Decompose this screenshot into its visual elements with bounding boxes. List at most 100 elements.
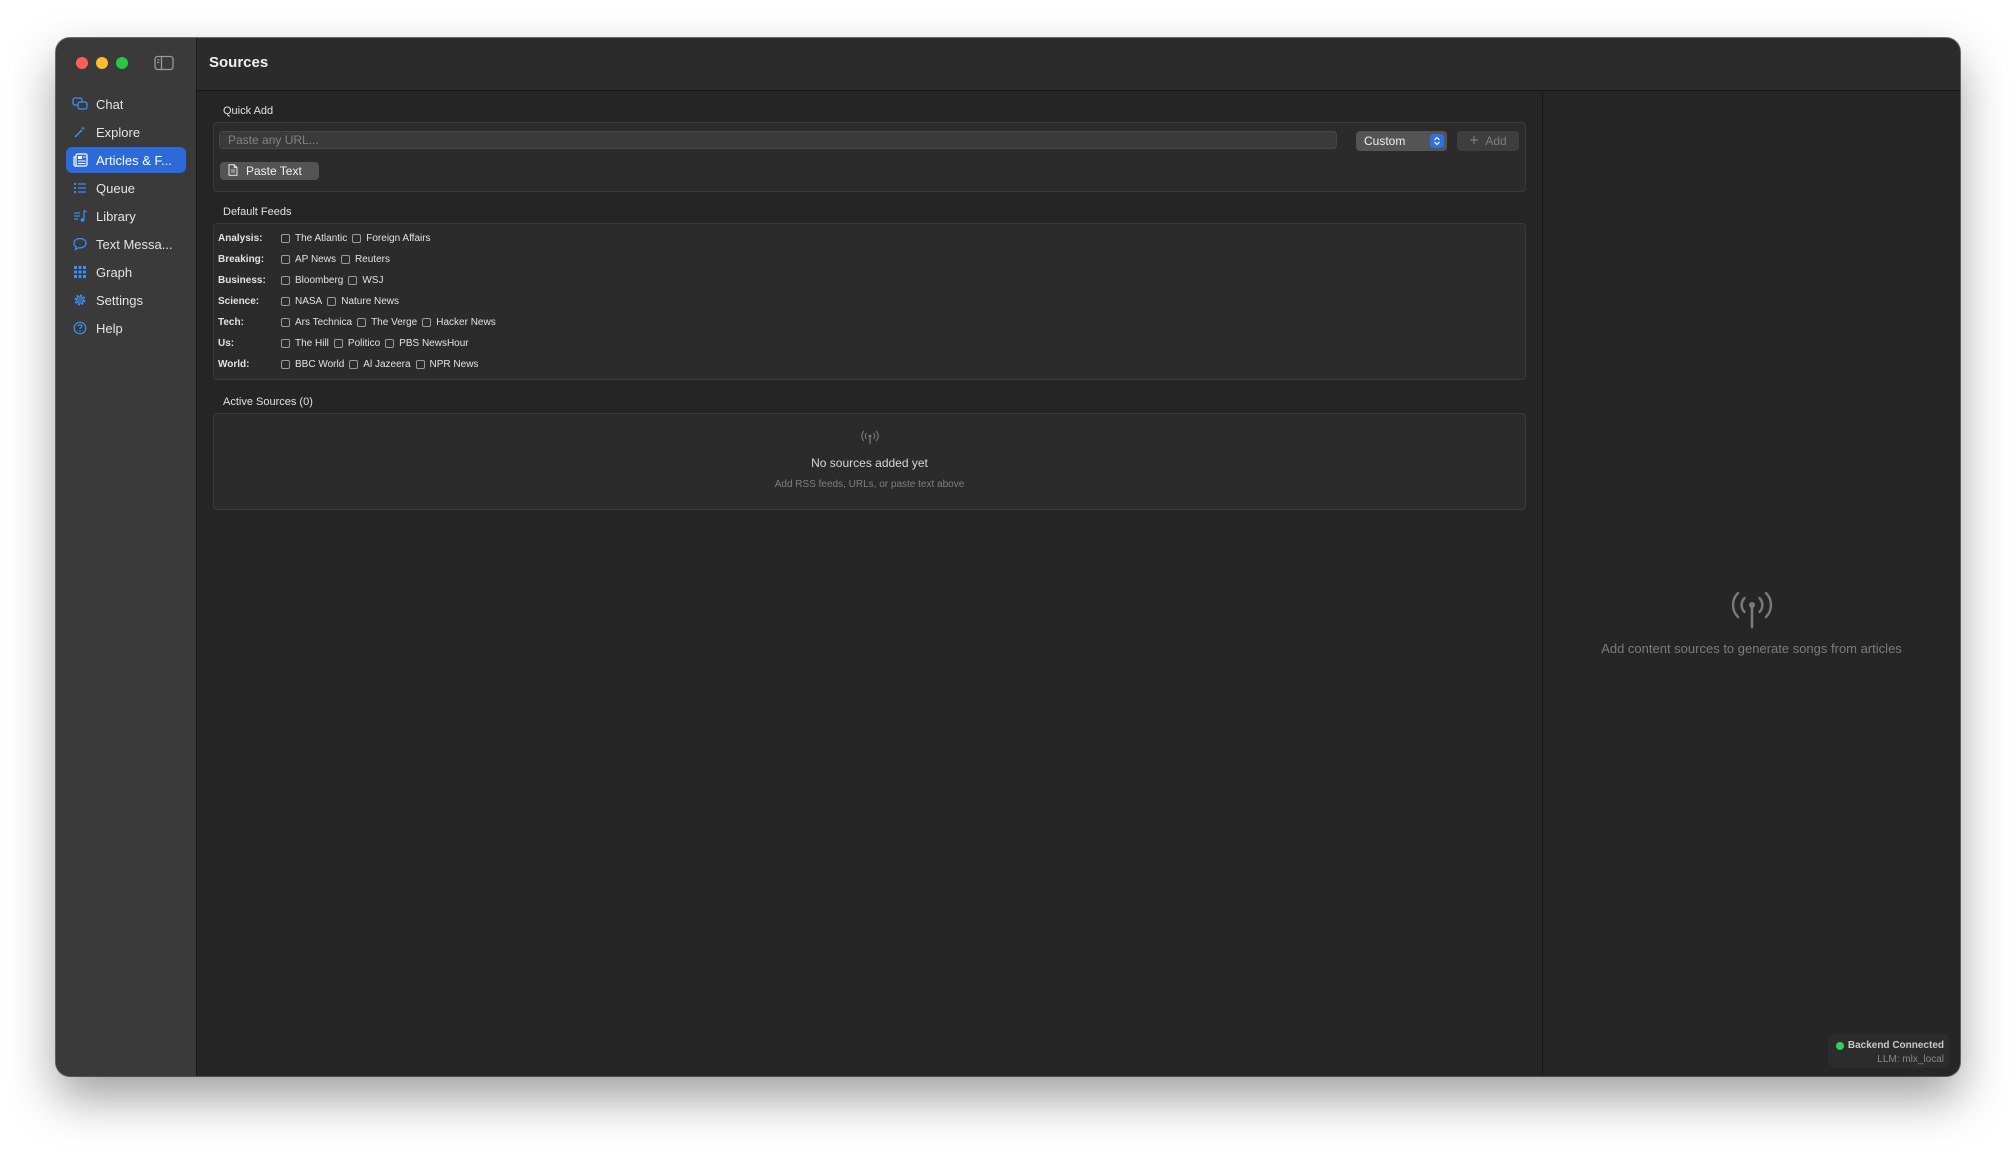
checkbox[interactable]: [357, 317, 367, 327]
feed-label: PBS NewsHour: [399, 337, 469, 349]
checkbox[interactable]: [327, 296, 337, 306]
checkbox[interactable]: [281, 296, 290, 306]
feed-option-al-jazeera[interactable]: Al Jazeera: [349, 359, 411, 370]
sidebar-nav: Chat Explore Articles & F... Queue Libra…: [66, 91, 186, 343]
checkbox[interactable]: [352, 233, 362, 243]
feed-row-business: Business: Bloomberg WSJ: [218, 272, 388, 288]
sidebar-item-chat[interactable]: Chat: [66, 91, 186, 117]
empty-state-title: No sources added yet: [811, 456, 928, 470]
page-title: Sources: [209, 54, 269, 71]
feed-category-label: Breaking:: [218, 253, 265, 265]
detail-pane: Add content sources to generate songs fr…: [1543, 91, 1960, 1076]
checkbox[interactable]: [281, 317, 290, 327]
checkbox[interactable]: [415, 359, 425, 369]
sidebar-item-label: Settings: [96, 292, 143, 308]
feed-option-foreign-affairs[interactable]: Foreign Affairs: [352, 233, 431, 244]
feed-option-nature-news[interactable]: Nature News: [327, 296, 399, 307]
sidebar-item-text-messages[interactable]: Text Messa...: [66, 231, 186, 257]
source-type-value: Custom: [1364, 134, 1406, 148]
sidebar-item-explore[interactable]: Explore: [66, 119, 186, 145]
sidebar-item-help[interactable]: Help: [66, 315, 186, 341]
feed-label: WSJ: [362, 274, 384, 286]
title-bar: Sources: [197, 38, 1960, 91]
add-button-label: Add: [1485, 134, 1507, 148]
feed-category-label: Us:: [218, 337, 235, 349]
feed-category-label: World:: [218, 358, 250, 370]
feed-option-nasa[interactable]: NASA: [281, 296, 322, 307]
music-list-icon: [72, 208, 88, 224]
feed-label: Reuters: [354, 253, 390, 265]
newspaper-icon: [72, 152, 88, 168]
sidebar-item-settings[interactable]: Settings: [66, 287, 186, 313]
detail-empty-message: Add content sources to generate songs fr…: [1601, 641, 1902, 656]
checkbox[interactable]: [349, 359, 359, 369]
llm-status-label: LLM: mlx_local: [1877, 1054, 1944, 1065]
feed-option-ars-technica[interactable]: Ars Technica: [281, 317, 352, 328]
sidebar-item-label: Help: [96, 320, 123, 336]
feed-row-breaking: Breaking: AP News Reuters: [218, 251, 395, 267]
url-input[interactable]: [219, 131, 1337, 149]
feed-label: Nature News: [341, 295, 400, 307]
feed-option-bbc-world[interactable]: BBC World: [281, 359, 344, 370]
active-sources-panel: No sources added yet Add RSS feeds, URLs…: [213, 413, 1526, 510]
sidebar-item-label: Text Messa...: [96, 236, 173, 252]
sidebar-item-articles[interactable]: Articles & F...: [66, 147, 186, 173]
feed-row-analysis: Analysis: The Atlantic Foreign Affairs: [218, 230, 436, 246]
chat-bubbles-icon: [72, 96, 88, 112]
checkbox[interactable]: [281, 254, 290, 264]
feed-option-the-atlantic[interactable]: The Atlantic: [281, 233, 347, 244]
checkbox[interactable]: [422, 317, 432, 327]
grid-icon: [72, 264, 88, 280]
backend-status-label: Backend Connected: [1847, 1040, 1944, 1051]
sidebar-item-queue[interactable]: Queue: [66, 175, 186, 201]
default-feeds-label: Default Feeds: [223, 206, 292, 218]
backend-status: Backend Connected LLM: mlx_local: [1828, 1034, 1950, 1068]
feed-option-npr-news[interactable]: NPR News: [415, 358, 479, 370]
feed-option-ap-news[interactable]: AP News: [281, 254, 336, 265]
sidebar-item-graph[interactable]: Graph: [66, 259, 186, 285]
feed-row-world: World: BBC World Al Jazeera NPR News: [218, 356, 483, 372]
minimize-window-button[interactable]: [96, 57, 108, 69]
checkbox[interactable]: [281, 233, 290, 243]
feed-label: NPR News: [429, 358, 479, 370]
feed-label: The Hill: [295, 337, 329, 349]
add-source-button[interactable]: Add: [1457, 131, 1519, 151]
sidebar-toggle-icon[interactable]: [154, 55, 174, 71]
sidebar: Chat Explore Articles & F... Queue Libra…: [56, 38, 197, 1076]
checkbox[interactable]: [385, 338, 395, 348]
paste-button-label: Paste Text: [246, 164, 302, 178]
checkbox[interactable]: [333, 338, 343, 348]
quick-add-label: Quick Add: [223, 105, 274, 117]
feed-label: Ars Technica: [295, 316, 353, 328]
feed-label: The Atlantic: [295, 232, 348, 244]
sidebar-item-library[interactable]: Library: [66, 203, 186, 229]
backend-status-line: Backend Connected: [1835, 1040, 1944, 1051]
source-type-select[interactable]: Custom: [1356, 131, 1447, 151]
close-window-button[interactable]: [76, 57, 88, 69]
feed-label: BBC World: [295, 358, 345, 370]
feed-label: The Verge: [371, 316, 418, 328]
app-window: Chat Explore Articles & F... Queue Libra…: [56, 38, 1960, 1076]
feed-option-pbs-newshour[interactable]: PBS NewsHour: [385, 337, 469, 349]
empty-state-subtitle: Add RSS feeds, URLs, or paste text above: [774, 479, 965, 490]
feed-option-reuters[interactable]: Reuters: [340, 253, 390, 265]
quick-add-panel: Custom Add Paste Text: [213, 122, 1526, 192]
paste-text-button[interactable]: Paste Text: [220, 162, 319, 180]
feed-option-the-verge[interactable]: The Verge: [357, 317, 417, 328]
sidebar-item-label: Library: [96, 208, 136, 224]
feed-label: Politico: [347, 337, 381, 349]
feed-option-hacker-news[interactable]: Hacker News: [422, 317, 496, 328]
checkbox[interactable]: [340, 254, 350, 264]
zoom-window-button[interactable]: [116, 57, 128, 69]
checkbox[interactable]: [281, 275, 290, 285]
feed-option-bloomberg[interactable]: Bloomberg: [281, 275, 343, 286]
checkbox[interactable]: [348, 275, 358, 285]
feed-option-the-hill[interactable]: The Hill: [281, 338, 329, 349]
feed-option-wsj[interactable]: WSJ: [348, 275, 383, 286]
feed-label: AP News: [295, 253, 336, 265]
checkbox[interactable]: [281, 338, 290, 348]
document-icon: [228, 163, 238, 179]
sidebar-item-label: Articles & F...: [96, 152, 172, 168]
feed-option-politico[interactable]: Politico: [333, 337, 381, 349]
checkbox[interactable]: [281, 359, 290, 369]
